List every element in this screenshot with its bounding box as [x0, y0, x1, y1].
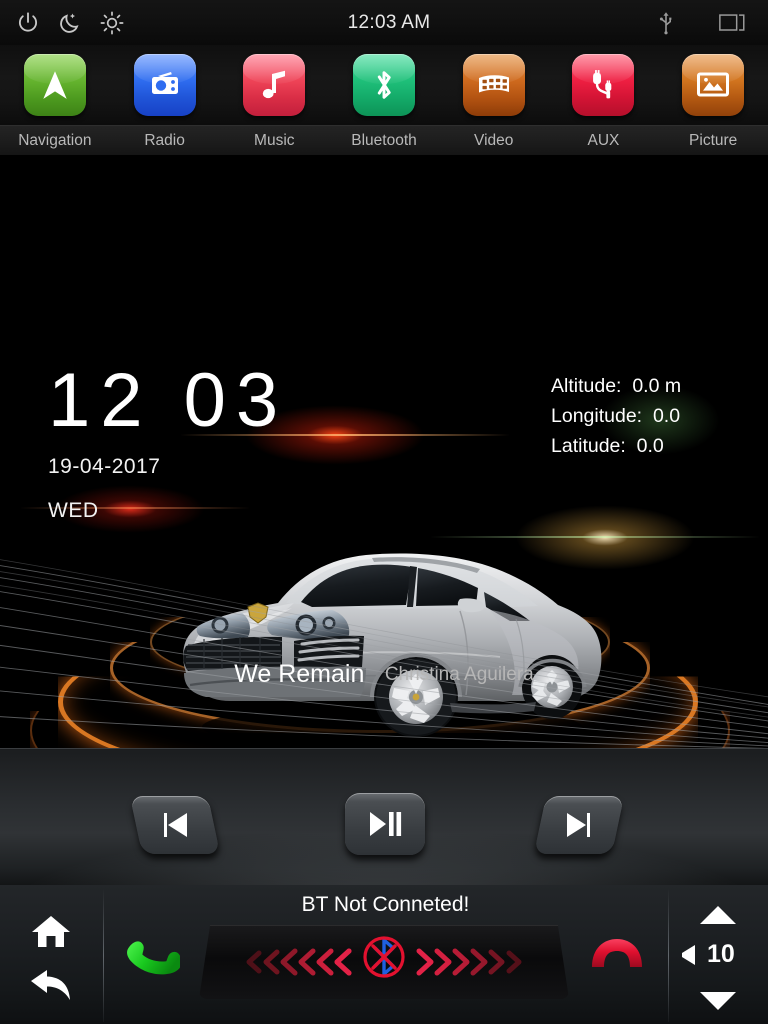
gps-longitude-value: 0.0 [652, 405, 681, 427]
home-icon [32, 916, 70, 947]
gps-longitude-row: Longitude: 0.0 [551, 401, 681, 431]
app-radio[interactable] [110, 54, 220, 116]
app-label-radio[interactable]: Radio [110, 132, 220, 150]
infotainment-screen: 12:03 AM Navigation Radio Music Bluetoot… [0, 0, 768, 1024]
speaker-icon [682, 944, 695, 965]
back-button[interactable] [26, 963, 76, 1007]
app-label-music[interactable]: Music [219, 132, 329, 150]
gps-altitude-row: Altitude: 0.0 m [551, 371, 681, 401]
home-button[interactable] [26, 910, 76, 954]
aux-cable-icon[interactable] [572, 54, 635, 116]
now-playing-artist: Christina Aguilera [384, 663, 534, 685]
moon-night-mode-icon[interactable] [56, 9, 84, 37]
gps-longitude-label: Longitude: [551, 405, 643, 427]
app-label-video[interactable]: Video [439, 132, 549, 150]
app-label-picture[interactable]: Picture [658, 132, 768, 150]
play-pause-icon [370, 812, 402, 836]
bluetooth-icon[interactable] [353, 54, 416, 116]
next-track-button[interactable] [533, 796, 625, 854]
bluetooth-status-text: BT Not Conneted! [301, 893, 470, 916]
power-icon[interactable] [14, 9, 42, 37]
clock-weekday: WED [48, 499, 99, 522]
play-pause-button[interactable] [345, 793, 425, 855]
app-picture[interactable] [658, 54, 768, 116]
now-playing-title: We Remain [234, 660, 365, 688]
gps-altitude-value: 0.0 m [632, 375, 682, 397]
app-aux[interactable] [549, 54, 659, 116]
gps-latitude-label: Latitude: [551, 435, 626, 457]
music-note-icon[interactable] [243, 54, 306, 116]
app-label-aux[interactable]: AUX [549, 132, 659, 150]
navigation-arrow-icon[interactable] [23, 54, 86, 116]
gps-latitude-row: Latitude: 0.0 [551, 431, 681, 461]
app-label-bluetooth[interactable]: Bluetooth [329, 132, 439, 150]
answer-call-icon [127, 941, 182, 975]
volume-level-display: 10 [676, 940, 735, 969]
end-call-button[interactable] [586, 935, 648, 980]
status-bar-clock: 12:03 AM [347, 11, 431, 33]
volume-down-arrow-icon [700, 992, 736, 1010]
brightness-icon[interactable] [98, 9, 126, 37]
gps-latitude-value: 0.0 [636, 435, 664, 457]
volume-up-arrow-icon [700, 906, 736, 924]
usb-icon[interactable] [652, 9, 680, 37]
app-icon-row [0, 45, 768, 125]
bottom-nav-group [0, 885, 103, 1024]
volume-down-button[interactable] [696, 989, 740, 1018]
next-track-icon [567, 813, 590, 837]
app-bluetooth[interactable] [329, 54, 439, 116]
app-music[interactable] [219, 54, 329, 116]
radio-icon[interactable] [133, 54, 196, 116]
clock-time: 12 03 [48, 358, 289, 443]
home-main-panel: 12 03 19-04-2017 WED Altitude: 0.0 m Lon… [0, 155, 768, 748]
now-playing: We Remain Christina Aguilera [0, 660, 768, 689]
bluetooth-visualizer-panel[interactable] [199, 925, 569, 999]
volume-control-group: 10 [668, 885, 768, 1024]
film-strip-icon[interactable] [462, 54, 525, 116]
status-bar: 12:03 AM [0, 0, 768, 45]
picture-image-icon[interactable] [682, 54, 745, 116]
gps-info-block: Altitude: 0.0 m Longitude: 0.0 Latitude:… [551, 371, 681, 461]
answer-call-button[interactable] [122, 930, 182, 991]
silver-suv-car-image [160, 515, 620, 748]
end-call-icon [592, 939, 642, 967]
app-video[interactable] [439, 54, 549, 116]
app-label-row: Navigation Radio Music Bluetooth Video A… [0, 125, 768, 155]
home-clock: 12 03 19-04-2017 WED [48, 358, 289, 523]
previous-track-icon [164, 813, 187, 837]
app-label-navigation[interactable]: Navigation [0, 132, 110, 150]
previous-track-button[interactable] [129, 796, 221, 854]
back-arrow-icon [31, 970, 70, 1000]
gps-altitude-label: Altitude: [551, 375, 622, 397]
volume-level-value: 10 [707, 940, 735, 968]
recent-apps-icon[interactable] [718, 9, 746, 37]
volume-up-button[interactable] [696, 903, 740, 932]
clock-date: 19-04-2017 [48, 455, 161, 478]
app-navigation[interactable] [0, 54, 110, 116]
